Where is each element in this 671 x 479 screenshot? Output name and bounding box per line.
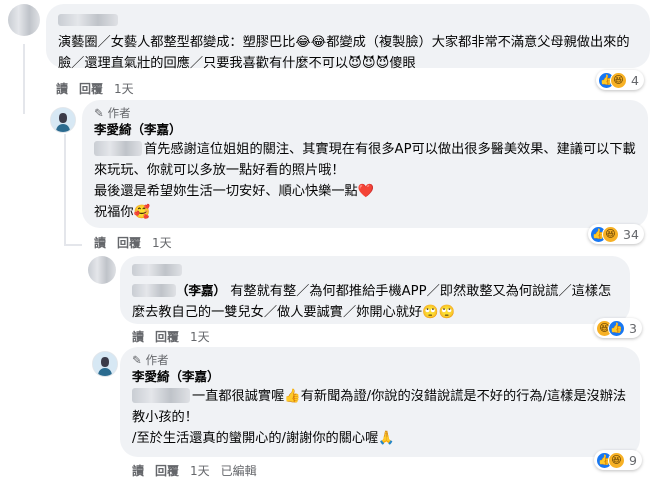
timestamp[interactable]: 1天 <box>114 80 134 97</box>
mention-redacted[interactable] <box>132 388 190 403</box>
avatar[interactable] <box>88 256 116 284</box>
reaction-count: 3 <box>629 320 637 336</box>
commenter-name[interactable]: 李愛綺（李嘉） <box>94 121 636 139</box>
commenter-name[interactable]: 李愛綺（李嘉） <box>132 368 628 386</box>
comment-actions: 讀 回覆 1天 已編輯 <box>132 462 257 479</box>
commenter-name-redacted[interactable] <box>132 264 182 276</box>
reply-link[interactable]: 回覆 <box>155 462 179 479</box>
read-link[interactable]: 讀 <box>132 328 144 345</box>
read-link[interactable]: 讀 <box>132 462 144 479</box>
comment-actions: 讀 回覆 1天 <box>94 234 172 251</box>
comment-text: 一直都很誠實喔👍有新聞為證/你說的沒錯說謊是不好的行為/這樣是沒辦法教小孩的！ <box>132 388 627 425</box>
read-link[interactable]: 讀 <box>94 234 106 251</box>
timestamp[interactable]: 1天 <box>152 234 172 251</box>
comment-bubble: ✎ 作者 李愛綺（李嘉） 一直都很誠實喔👍有新聞為證/你說的沒錯說謊是不好的行為… <box>120 347 640 457</box>
comment-bubble: （李嘉） 有整就有整／為何都推給手機APP／即然敢整又為何說謊／這樣怎麼去教自己… <box>120 256 630 324</box>
reply-link[interactable]: 回覆 <box>155 328 179 345</box>
thread-line <box>23 44 25 114</box>
edited-label[interactable]: 已編輯 <box>221 462 257 479</box>
reaction-summary[interactable]: 👍 😆 34 <box>588 224 644 244</box>
comment-text: （李嘉） 有整就有整／為何都推給手機APP／即然敢整又為何說謊／這樣怎麼去教自己… <box>132 283 612 320</box>
avatar[interactable] <box>92 351 118 377</box>
reply-link[interactable]: 回覆 <box>117 234 141 251</box>
comment-bubble: 演藝圈／女藝人都整型都變成：塑膠巴比😂😂都變成（複製臉）大家都非常不滿意父母親做… <box>46 4 650 71</box>
reaction-count: 4 <box>631 72 639 88</box>
thread-line <box>64 134 66 244</box>
profile-photo <box>51 108 75 132</box>
pencil-icon: ✎ <box>132 353 142 367</box>
comment-text: /至於生活還真的蠻開心的/謝謝你的關心喔🙏 <box>132 431 395 446</box>
timestamp[interactable]: 1天 <box>190 328 210 345</box>
avatar[interactable] <box>50 107 76 133</box>
reaction-summary[interactable]: 👍 😆 4 <box>596 70 644 90</box>
reaction-summary[interactable]: 😆 👍 3 <box>594 318 642 338</box>
reaction-count: 34 <box>623 226 639 242</box>
laughing-face-icon: 😆 <box>610 71 627 89</box>
comment-bubble: ✎ 作者 李愛綺（李嘉） 首先感謝這位姐姐的關注、其實現在有很多AP可以做出很多… <box>82 100 648 228</box>
commenter-name-redacted[interactable] <box>58 14 118 26</box>
comment-text: 最後還是希望妳生活一切安好、順心快樂一點❤️ <box>94 184 375 199</box>
laughing-face-icon: 😆 <box>602 225 619 243</box>
comment-actions: 讀 回覆 1天 <box>132 328 210 345</box>
thumbs-up-icon: 👍 <box>608 319 625 337</box>
avatar[interactable] <box>8 4 40 36</box>
profile-photo <box>93 352 117 376</box>
comment-actions: 讀 回覆 1天 <box>56 80 134 97</box>
timestamp[interactable]: 1天 <box>190 462 210 479</box>
author-badge: 作者 <box>145 353 169 367</box>
laughing-face-icon: 😆 <box>608 451 625 469</box>
comment-text: 首先感謝這位姐姐的關注、其實現在有很多AP可以做出很多醫美效果、建議可以下載來玩… <box>94 141 636 178</box>
reaction-summary[interactable]: 👍 😆 9 <box>594 450 642 470</box>
read-link[interactable]: 讀 <box>56 80 68 97</box>
pencil-icon: ✎ <box>94 106 104 120</box>
comment-text: 演藝圈／女藝人都整型都變成：塑膠巴比😂😂都變成（複製臉）大家都非常不滿意父母親做… <box>58 35 630 71</box>
reaction-count: 9 <box>629 452 637 468</box>
reply-link[interactable]: 回覆 <box>79 80 103 97</box>
comment-text: 祝福你🥰 <box>94 205 150 220</box>
name-prefix-redacted <box>132 284 176 297</box>
author-badge: 作者 <box>107 106 131 120</box>
commenter-name[interactable]: （李嘉） <box>132 283 226 298</box>
mention-redacted[interactable] <box>94 141 142 156</box>
thread-line <box>64 244 82 246</box>
